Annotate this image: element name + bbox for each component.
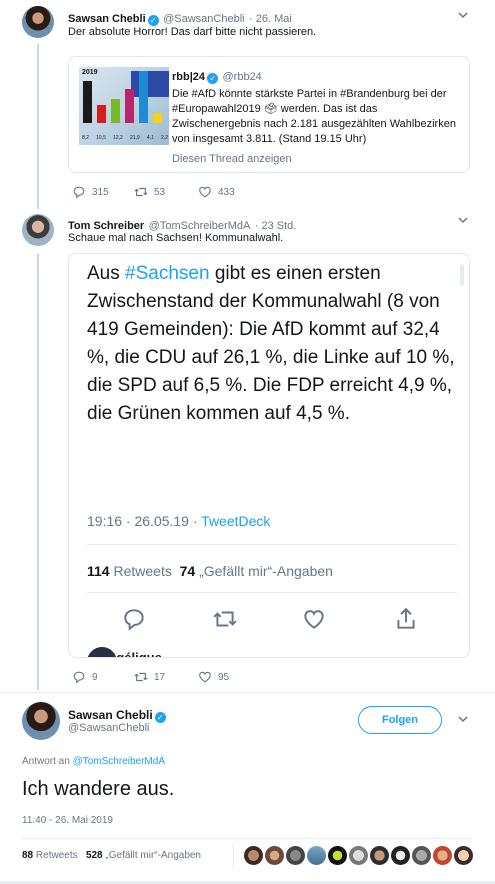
main-tweet-stats: 88 Retweets 528 „Gefällt mir“-Angaben [22, 850, 201, 861]
thread-line [37, 44, 39, 209]
divider [233, 843, 234, 869]
quoted-tweet-card[interactable]: 2019 8,2 10,5 12,2 21,9 4,1 2,2 rbb|24 ✓ … [68, 56, 470, 173]
follow-button[interactable]: Folgen [358, 706, 442, 734]
retweet-icon [134, 672, 148, 682]
reply-icon[interactable] [121, 606, 147, 632]
heart-icon [199, 671, 211, 683]
chevron-down-icon[interactable] [456, 9, 470, 23]
embedded-tweet-text: Aus #Sachsen gibt es einen ersten Zwisch… [87, 263, 455, 424]
author-name[interactable]: Sawsan Chebli [68, 13, 146, 25]
tweet-actions: 9 17 95 [72, 670, 392, 686]
next-reply-preview: Angélique [99, 650, 162, 658]
thumb-bar [139, 71, 148, 123]
reply-context: Antwort an @TomSchreiberMdA [22, 756, 165, 767]
author-handle[interactable]: @SawsanChebli [163, 13, 245, 25]
embedded-tweet-meta: 19:16 · 26.05.19 · TweetDeck [87, 513, 271, 529]
avatar[interactable] [349, 846, 368, 865]
thumb-year: 2019 [82, 69, 98, 76]
reply-icon [73, 671, 85, 684]
tweet-text: Schaue mal nach Sachsen! Kommunalwahl. [68, 232, 284, 244]
avatar[interactable] [391, 846, 410, 865]
avatar[interactable] [265, 846, 284, 865]
reply-count: 315 [92, 186, 109, 198]
retweets-stat[interactable]: 88 Retweets [22, 850, 78, 861]
retweet-count: 53 [154, 186, 166, 198]
thumb-bar [111, 99, 120, 123]
share-icon[interactable] [393, 606, 419, 632]
reply-button[interactable]: 315 [72, 185, 109, 199]
retweet-count: 17 [154, 671, 166, 683]
tweet-date[interactable]: · 26. Mai [249, 13, 292, 25]
avatar[interactable] [412, 846, 431, 865]
quoted-tweet-text: Die #AfD könnte stärkste Partei in #Bran… [172, 88, 456, 145]
quoted-author-name: rbb|24 [172, 71, 206, 83]
quoted-tweet-image: 2019 8,2 10,5 12,2 21,9 4,1 2,2 [79, 67, 169, 145]
thread-line [37, 254, 39, 690]
retweet-button[interactable]: 53 [134, 185, 165, 199]
divider [87, 544, 457, 545]
retweet-icon [134, 187, 148, 197]
retweet-button[interactable]: 17 [134, 670, 165, 684]
divider [0, 692, 495, 693]
like-count: 433 [218, 186, 235, 198]
avatar[interactable] [22, 6, 54, 38]
reply-icon [73, 186, 85, 199]
thumb-bar [125, 89, 134, 123]
source-link[interactable]: TweetDeck [201, 513, 270, 529]
heart-icon[interactable] [301, 606, 327, 632]
thumb-bar [153, 113, 162, 123]
liker-avatars [244, 846, 473, 866]
embedded-tweet-image[interactable]: Aus #Sachsen gibt es einen ersten Zwisch… [68, 253, 470, 658]
heart-icon [199, 186, 211, 198]
likes-stat[interactable]: 528 „Gefällt mir“-Angaben [86, 850, 201, 861]
avatar[interactable] [328, 846, 347, 865]
thumb-bar [83, 81, 92, 123]
chevron-down-icon[interactable] [456, 214, 470, 228]
like-count: 95 [218, 671, 230, 683]
reply-button[interactable]: 9 [72, 670, 98, 684]
avatar[interactable] [22, 214, 54, 246]
show-thread-link[interactable]: Diesen Thread anzeigen [172, 153, 462, 165]
main-tweet-text: Ich wandere aus. [22, 778, 175, 800]
divider [87, 592, 457, 593]
tweet-actions: 315 53 433 [72, 185, 392, 201]
like-button[interactable]: 433 [198, 185, 235, 199]
chevron-down-icon[interactable] [456, 713, 470, 727]
divider [22, 838, 472, 839]
tweet-text: Der absolute Horror! Das darf bitte nich… [68, 26, 317, 38]
avatar[interactable] [244, 846, 263, 865]
avatar [87, 647, 117, 657]
embedded-tweet-actions [69, 606, 469, 632]
avatar[interactable] [454, 846, 473, 865]
tweet-timestamp[interactable]: 11:40 - 26. Mai 2019 [22, 815, 113, 826]
reply-handle-link[interactable]: @TomSchreiberMdA [73, 756, 165, 767]
avatar[interactable] [370, 846, 389, 865]
thumb-bar [97, 105, 106, 123]
quoted-author-handle: @rbb24 [222, 71, 262, 83]
verified-icon: ✓ [154, 712, 166, 723]
reply-count: 9 [92, 671, 98, 683]
verified-icon: ✓ [207, 73, 219, 84]
embedded-tweet-stats: 114 Retweets 74 „Gefällt mir“-Angaben [87, 563, 333, 579]
avatar[interactable] [433, 846, 452, 865]
like-button[interactable]: 95 [198, 670, 229, 684]
author-name[interactable]: Sawsan Chebli [68, 708, 153, 722]
avatar[interactable] [307, 846, 326, 865]
quoted-tweet-body: rbb|24 ✓ @rbb24 Die #AfD könnte stärkste … [172, 67, 462, 165]
author-handle[interactable]: @SawsanChebli [68, 722, 150, 734]
hashtag-link[interactable]: #Sachsen [125, 263, 210, 284]
retweet-icon[interactable] [212, 606, 238, 632]
thumb-values: 8,2 10,5 12,2 21,9 4,1 2,2 [82, 135, 168, 141]
avatar[interactable] [286, 846, 305, 865]
avatar[interactable] [22, 702, 60, 740]
